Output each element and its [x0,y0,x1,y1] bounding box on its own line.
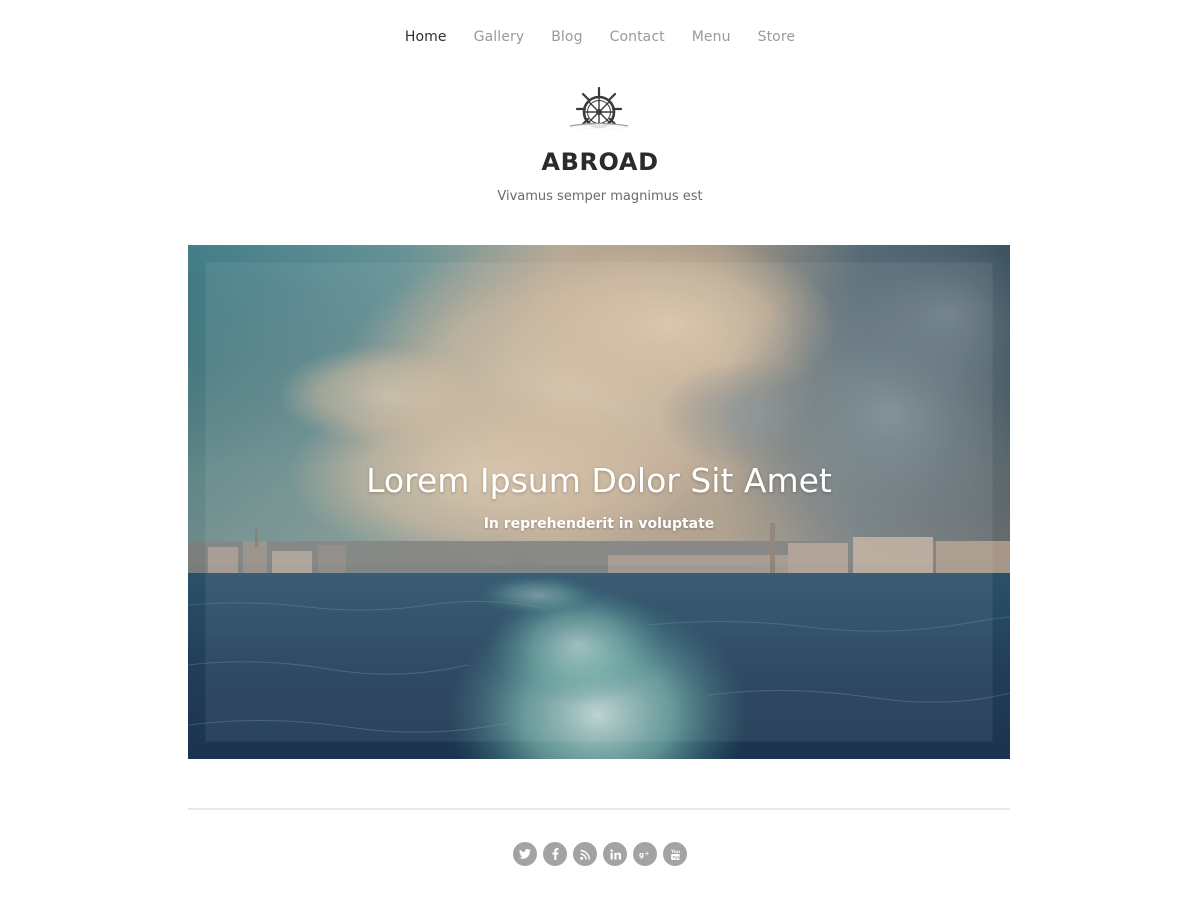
nav-item-gallery[interactable]: Gallery [474,26,525,48]
facebook-icon[interactable] [543,842,567,866]
nav-item-contact[interactable]: Contact [610,26,665,48]
google-plus-icon[interactable]: g + [633,842,657,866]
svg-text:Tube: Tube [672,854,680,859]
twitter-icon[interactable] [513,842,537,866]
footer-divider [188,808,1010,810]
hero-title: Lorem Ipsum Dolor Sit Amet [366,461,832,500]
nav-item-menu[interactable]: Menu [692,26,731,48]
nav-item-blog[interactable]: Blog [551,26,582,48]
rss-icon[interactable] [573,842,597,866]
main-nav: Home Gallery Blog Contact Menu Store [0,26,1200,48]
page: Home Gallery Blog Contact Menu Store ABR… [0,0,1200,900]
youtube-icon[interactable]: YouTube [663,842,687,866]
hero-subtitle: In reprehenderit in voluptate [483,516,715,532]
social-links: g+ YouTube [0,842,1200,866]
ship-wheel-icon[interactable] [566,86,632,132]
site-title[interactable]: ABROAD [0,146,1200,178]
svg-text:g: g [639,851,644,859]
site-tagline: Vivamus semper magnimus est [497,189,703,204]
linkedin-icon[interactable] [603,842,627,866]
svg-text:+: + [644,850,649,857]
nav-item-store[interactable]: Store [758,26,796,48]
nav-item-home[interactable]: Home [405,26,447,48]
